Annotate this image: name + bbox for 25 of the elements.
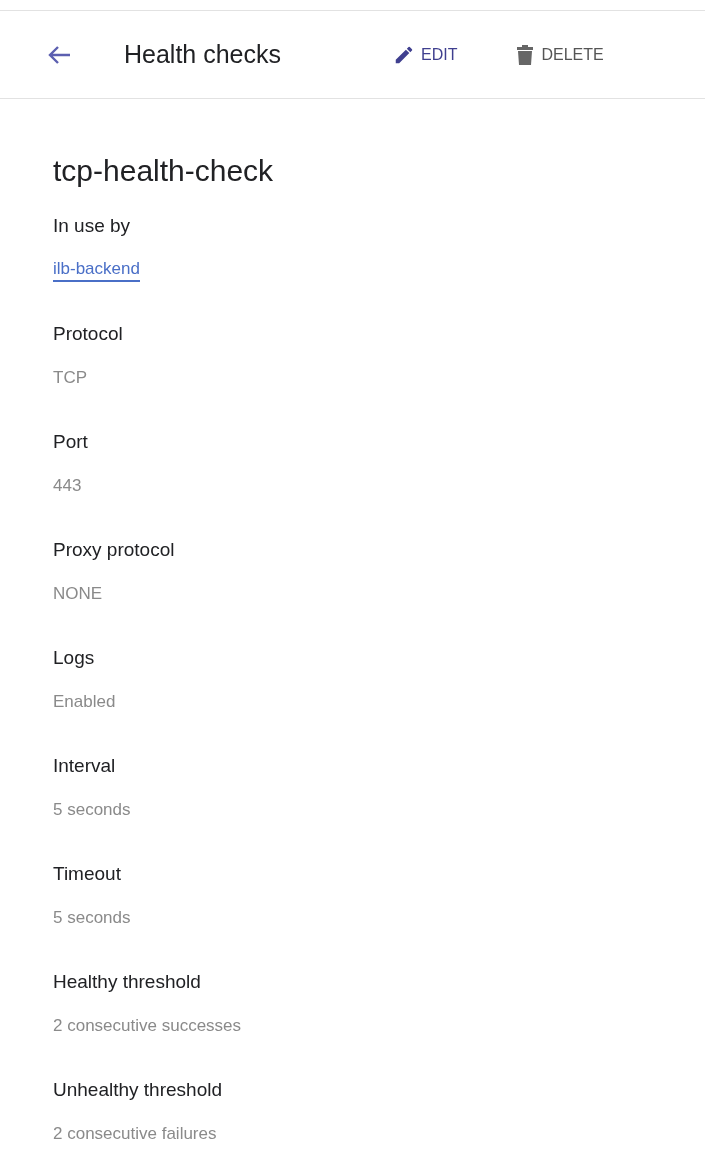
field-label: In use by	[53, 214, 131, 238]
field-value: TCP	[53, 367, 87, 389]
field-label: Port	[53, 430, 88, 454]
field-label: Logs	[53, 646, 95, 670]
backend-link[interactable]: ilb-backend	[53, 258, 140, 282]
field-value: 5 seconds	[53, 799, 131, 821]
page-title: Health checks	[124, 40, 282, 69]
field-value: 2 consecutive successes	[53, 1015, 242, 1037]
back-button[interactable]	[46, 43, 72, 66]
field-label: Protocol	[53, 322, 123, 346]
back-arrow-icon	[46, 43, 72, 66]
field-value: 443	[53, 475, 82, 497]
edit-button[interactable]: EDIT	[393, 43, 458, 66]
delete-button[interactable]: DELETE	[515, 43, 604, 66]
field-value: 2 consecutive failures	[53, 1123, 217, 1145]
field-value: Enabled	[53, 691, 116, 713]
field-value: NONE	[53, 583, 103, 605]
field-label: Healthy threshold	[53, 970, 201, 994]
trash-icon	[515, 43, 536, 66]
health-check-name: tcp-health-check	[53, 153, 275, 189]
field-label: Timeout	[53, 862, 121, 886]
field-value: 5 seconds	[53, 907, 131, 929]
field-label: Interval	[53, 754, 116, 778]
field-label: Proxy protocol	[53, 538, 175, 562]
field-label: Unhealthy threshold	[53, 1078, 222, 1102]
